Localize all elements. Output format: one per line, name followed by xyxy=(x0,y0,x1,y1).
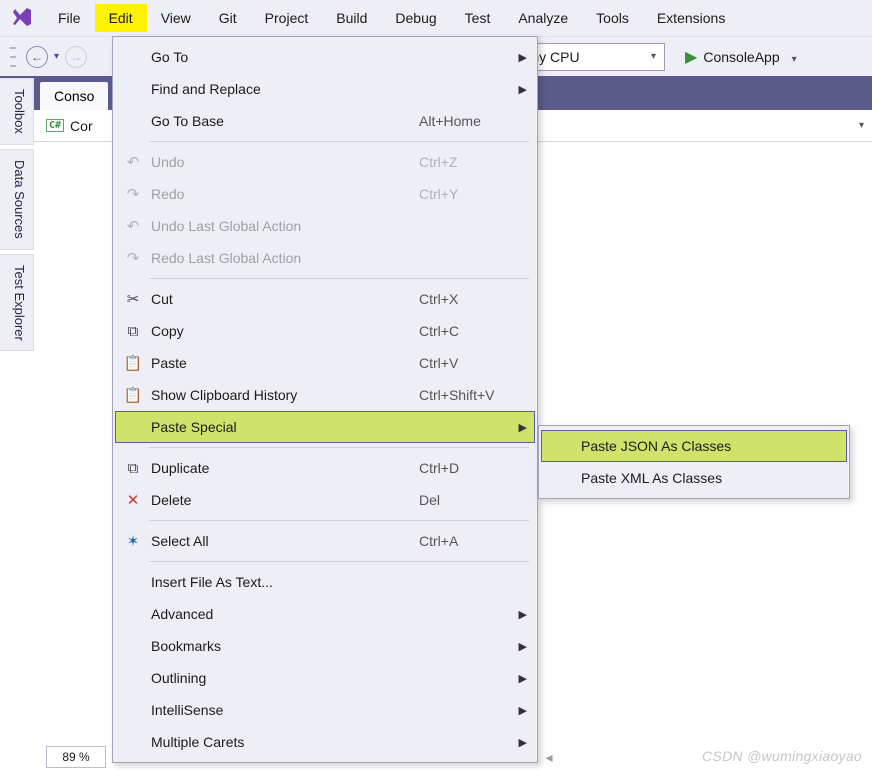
edit-duplicate[interactable]: ⧉ Duplicate Ctrl+D xyxy=(115,452,535,484)
menu-separator xyxy=(149,561,529,562)
play-icon: ▶ xyxy=(685,47,697,67)
edit-bookmarks[interactable]: Bookmarks ▶ xyxy=(115,630,535,662)
visual-studio-logo-icon xyxy=(6,2,38,34)
edit-select-all[interactable]: ✶ Select All Ctrl+A xyxy=(115,525,535,557)
submenu-arrow-icon: ▶ xyxy=(519,421,527,434)
paste-icon: 📋 xyxy=(119,386,147,404)
toolbar-grip-icon[interactable] xyxy=(10,47,16,67)
edit-goto-base[interactable]: Go To Base Alt+Home xyxy=(115,105,535,137)
menu-separator xyxy=(149,278,529,279)
submenu-arrow-icon: ▶ xyxy=(519,704,527,717)
paste-xml-as-classes[interactable]: Paste XML As Classes xyxy=(541,462,847,494)
run-target-label: ConsoleApp xyxy=(703,49,779,65)
edit-intellisense[interactable]: IntelliSense ▶ xyxy=(115,694,535,726)
zoom-level[interactable]: 89 % xyxy=(46,746,106,768)
paste-special-submenu: Paste JSON As Classes Paste XML As Class… xyxy=(538,425,850,499)
edit-redo-global[interactable]: ↷ Redo Last Global Action xyxy=(115,242,535,274)
csharp-file-icon: C# xyxy=(46,119,64,132)
edit-undo-global[interactable]: ↶ Undo Last Global Action xyxy=(115,210,535,242)
menu-file[interactable]: File xyxy=(44,4,95,32)
paste-icon: 📋 xyxy=(119,354,147,372)
redo-icon: ↷ xyxy=(119,185,147,203)
menubar: File Edit View Git Project Build Debug T… xyxy=(0,0,872,36)
edit-undo[interactable]: ↶ Undo Ctrl+Z xyxy=(115,146,535,178)
nav-back-button[interactable]: ← xyxy=(26,46,48,68)
submenu-arrow-icon: ▶ xyxy=(519,83,527,96)
edit-redo[interactable]: ↷ Redo Ctrl+Y xyxy=(115,178,535,210)
submenu-arrow-icon: ▶ xyxy=(519,672,527,685)
redo-icon: ↷ xyxy=(119,249,147,267)
menu-debug[interactable]: Debug xyxy=(381,4,450,32)
menu-build[interactable]: Build xyxy=(322,4,381,32)
edit-outlining[interactable]: Outlining ▶ xyxy=(115,662,535,694)
menu-separator xyxy=(149,447,529,448)
menu-test[interactable]: Test xyxy=(451,4,505,32)
watermark-text: CSDN @wumingxiaoyao xyxy=(702,748,862,764)
menu-separator xyxy=(149,520,529,521)
menu-view[interactable]: View xyxy=(147,4,205,32)
menu-analyze[interactable]: Analyze xyxy=(504,4,582,32)
delete-icon: ✕ xyxy=(119,491,147,509)
sidetab-test-explorer[interactable]: Test Explorer xyxy=(0,254,34,352)
edit-paste[interactable]: 📋 Paste Ctrl+V xyxy=(115,347,535,379)
edit-cut[interactable]: ✂ Cut Ctrl+X xyxy=(115,283,535,315)
menu-git[interactable]: Git xyxy=(205,4,251,32)
run-target[interactable]: ▶ ConsoleApp xyxy=(685,47,797,67)
scroll-left-icon[interactable]: ◂ xyxy=(538,746,560,768)
menu-tools[interactable]: Tools xyxy=(582,4,643,32)
undo-icon: ↶ xyxy=(119,217,147,235)
menu-extensions[interactable]: Extensions xyxy=(643,4,739,32)
nav-left-dropdown[interactable]: Cor xyxy=(70,118,101,134)
edit-copy[interactable]: ⧉ Copy Ctrl+C xyxy=(115,315,535,347)
chevron-down-icon xyxy=(786,49,797,65)
menu-edit[interactable]: Edit xyxy=(95,4,147,32)
menu-separator xyxy=(149,141,529,142)
submenu-arrow-icon: ▶ xyxy=(519,608,527,621)
left-tool-tabs: Toolbox Data Sources Test Explorer xyxy=(0,78,34,355)
submenu-arrow-icon: ▶ xyxy=(519,640,527,653)
edit-goto[interactable]: Go To ▶ xyxy=(115,41,535,73)
nav-back-caret-icon[interactable]: ▾ xyxy=(54,51,59,62)
copy-icon: ⧉ xyxy=(119,460,147,477)
select-all-icon: ✶ xyxy=(119,532,147,550)
edit-clipboard-history[interactable]: 📋 Show Clipboard History Ctrl+Shift+V xyxy=(115,379,535,411)
sidetab-data-sources[interactable]: Data Sources xyxy=(0,149,34,250)
sidetab-toolbox[interactable]: Toolbox xyxy=(0,78,34,145)
chevron-down-icon: ▾ xyxy=(859,120,864,131)
nav-forward-button[interactable]: → xyxy=(65,46,87,68)
undo-icon: ↶ xyxy=(119,153,147,171)
cut-icon: ✂ xyxy=(119,290,147,308)
submenu-arrow-icon: ▶ xyxy=(519,736,527,749)
edit-advanced[interactable]: Advanced ▶ xyxy=(115,598,535,630)
edit-insert-file[interactable]: Insert File As Text... xyxy=(115,566,535,598)
edit-delete[interactable]: ✕ Delete Del xyxy=(115,484,535,516)
edit-paste-special[interactable]: Paste Special ▶ xyxy=(115,411,535,443)
edit-menu-popup: Go To ▶ Find and Replace ▶ Go To Base Al… xyxy=(112,36,538,763)
edit-multiple-carets[interactable]: Multiple Carets ▶ xyxy=(115,726,535,758)
menu-project[interactable]: Project xyxy=(251,4,323,32)
submenu-arrow-icon: ▶ xyxy=(519,51,527,64)
edit-find-replace[interactable]: Find and Replace ▶ xyxy=(115,73,535,105)
paste-json-as-classes[interactable]: Paste JSON As Classes xyxy=(541,430,847,462)
document-tab[interactable]: Conso xyxy=(40,82,108,110)
chevron-down-icon: ▾ xyxy=(651,51,656,62)
copy-icon: ⧉ xyxy=(119,323,147,340)
